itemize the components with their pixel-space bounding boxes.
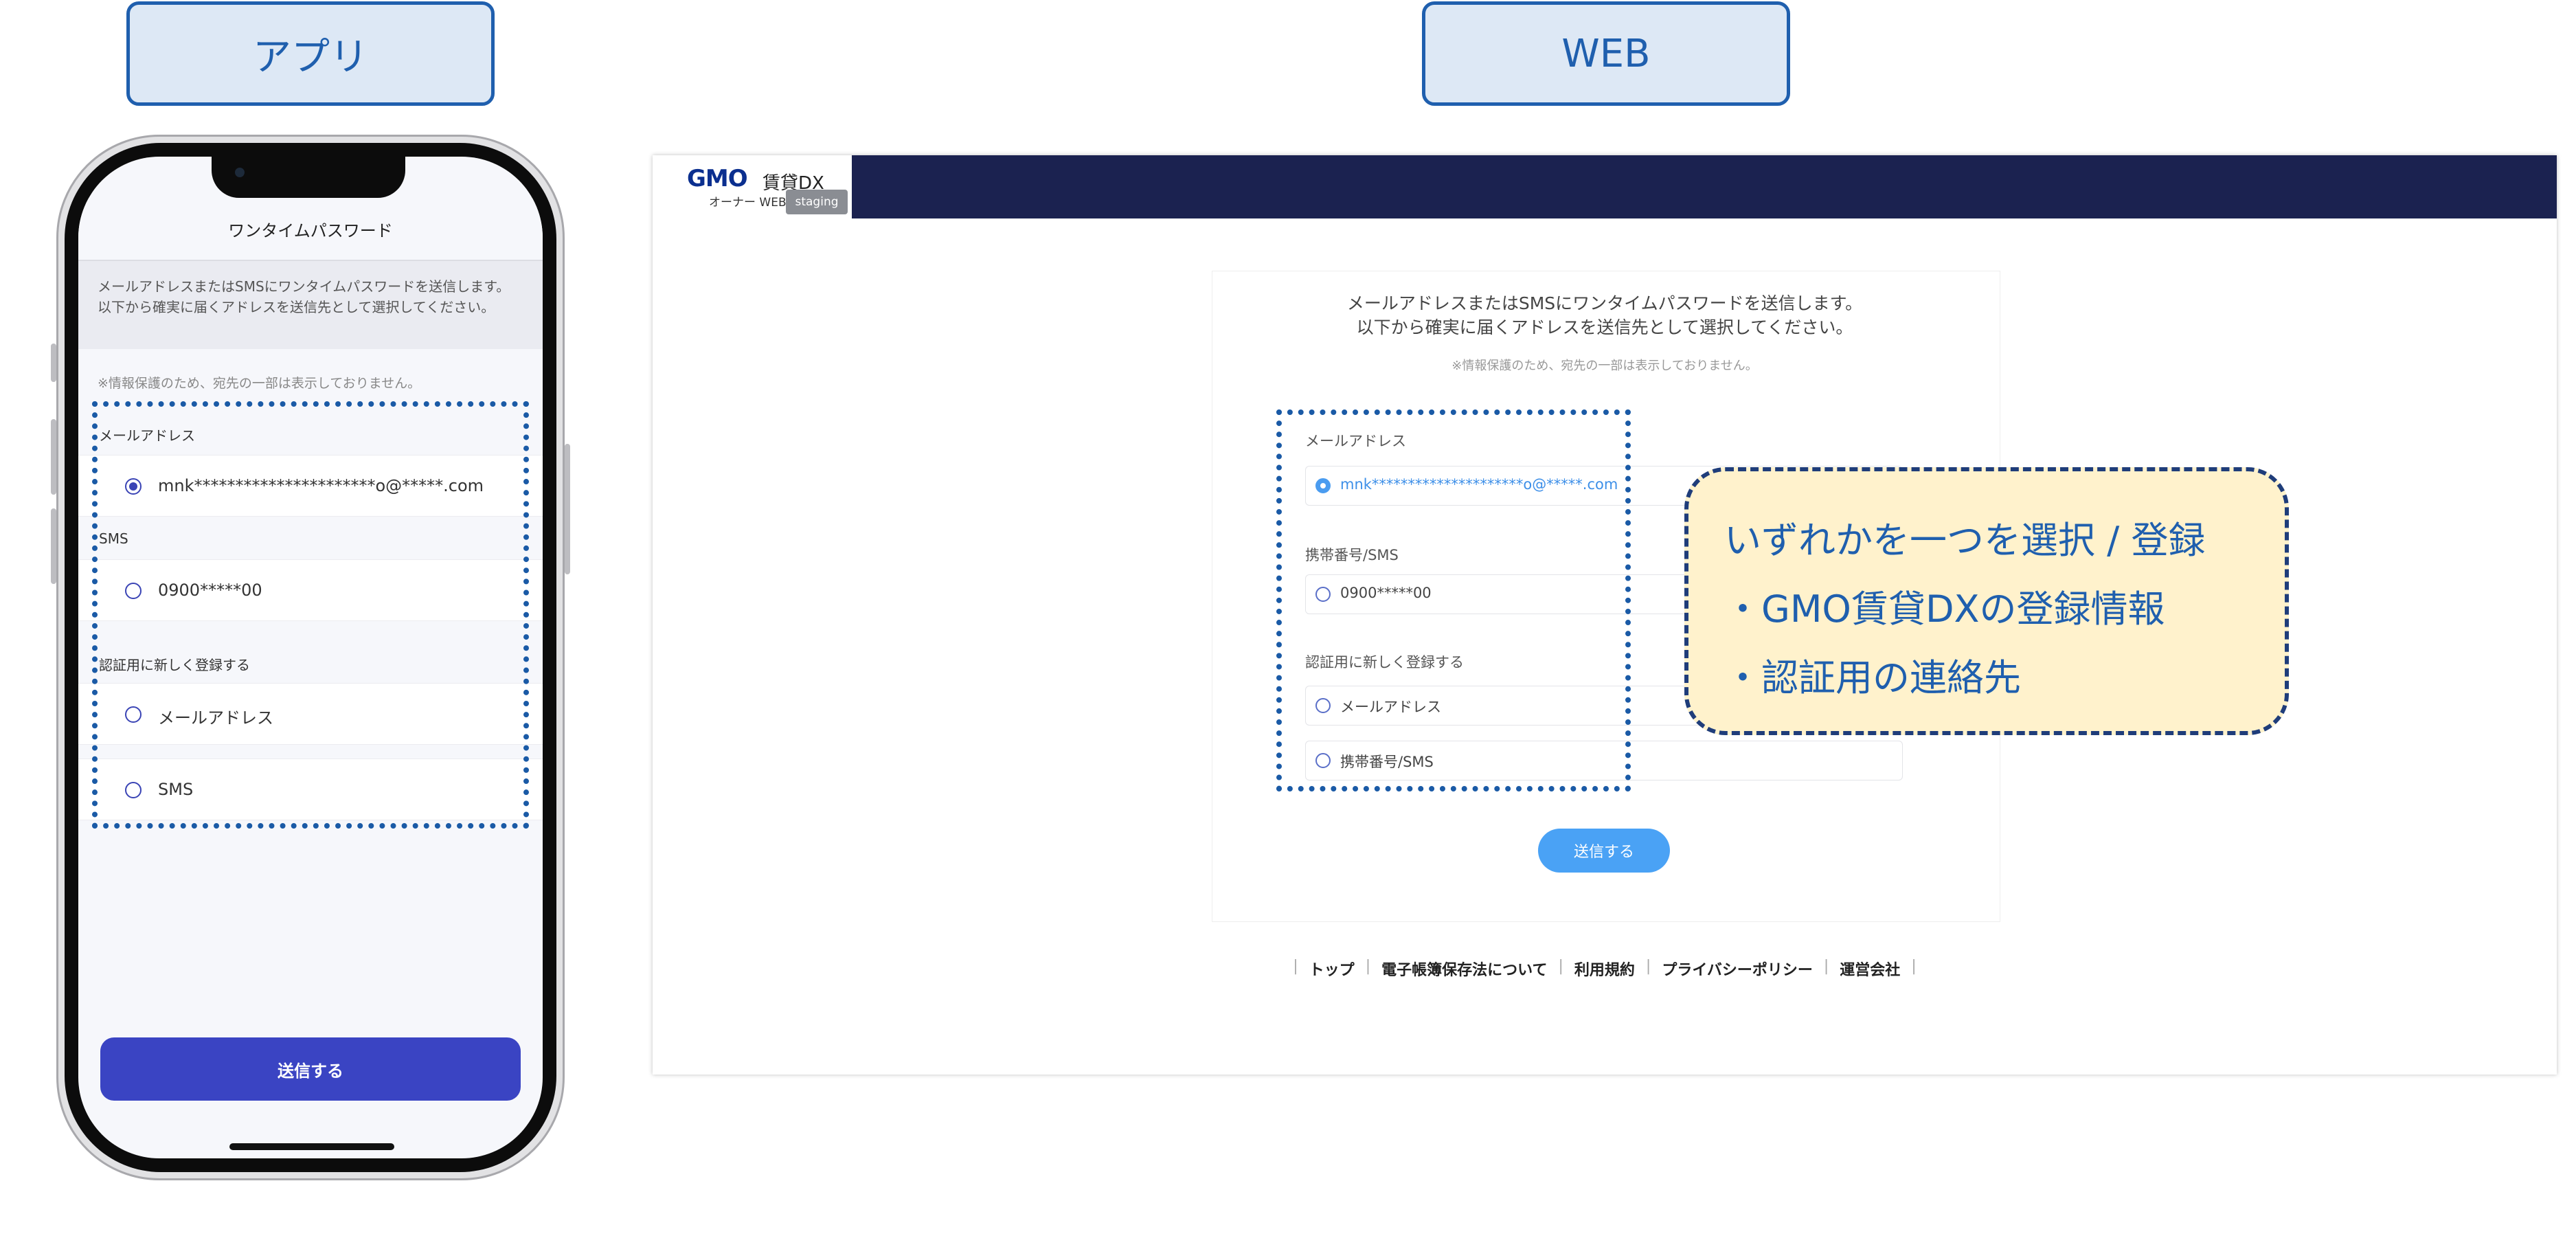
- logo-subtitle: オーナー WEB: [709, 196, 787, 210]
- footer-link-company[interactable]: 運営会社: [1829, 958, 1911, 980]
- web-privacy-note: ※情報保護のため、宛先の一部は表示しておりません。: [1451, 359, 1758, 373]
- logo-brand: GMO: [687, 165, 748, 192]
- app-description: メールアドレスまたはSMSにワンタイムパスワードを送信します。以下から確実に届く…: [78, 261, 543, 349]
- app-submit-button[interactable]: 送信する: [100, 1037, 521, 1101]
- app-section-label: アプリ: [126, 1, 495, 106]
- web-header-bar: [653, 155, 2557, 218]
- footer-link-terms[interactable]: 利用規約: [1563, 958, 1646, 980]
- staging-badge: staging: [786, 190, 848, 214]
- web-submit-button[interactable]: 送信する: [1538, 829, 1670, 873]
- footer-link-top[interactable]: トップ: [1298, 958, 1366, 980]
- phone-side-button: [51, 344, 56, 382]
- callout-line-1: いずれかを一つを選択 / 登録: [1724, 519, 2206, 562]
- web-footer-links: | トップ | 電子帳簿保存法について | 利用規約 | プライバシーポリシー …: [1293, 958, 1917, 980]
- camera-icon: [235, 168, 245, 177]
- explanation-callout: いずれかを一つを選択 / 登録 ・GMO賃貸DXの登録情報 ・認証用の連絡先: [1684, 467, 2289, 735]
- footer-link-e-book-law[interactable]: 電子帳簿保存法について: [1370, 958, 1558, 980]
- web-logo[interactable]: GMO 賃貸DX オーナー WEB staging: [653, 155, 852, 218]
- app-page-title: ワンタイムパスワード: [78, 198, 543, 261]
- web-options-highlight: [1276, 409, 1631, 791]
- home-indicator: [229, 1143, 394, 1150]
- web-section-label: WEB: [1422, 1, 1790, 106]
- footer-link-privacy[interactable]: プライバシーポリシー: [1651, 958, 1824, 980]
- phone-volume-up-button: [51, 419, 56, 495]
- app-privacy-note: ※情報保護のため、宛先の一部は表示しておりません。: [98, 376, 421, 391]
- phone-power-button: [565, 444, 570, 574]
- app-options-highlight: [92, 401, 529, 829]
- callout-line-3: ・認証用の連絡先: [1724, 656, 2021, 699]
- web-description: メールアドレスまたはSMSにワンタイムパスワードを送信します。 以下から確実に届…: [1346, 293, 1863, 337]
- phone-volume-down-button: [51, 508, 56, 584]
- callout-line-2: ・GMO賃貸DXの登録情報: [1724, 587, 2165, 631]
